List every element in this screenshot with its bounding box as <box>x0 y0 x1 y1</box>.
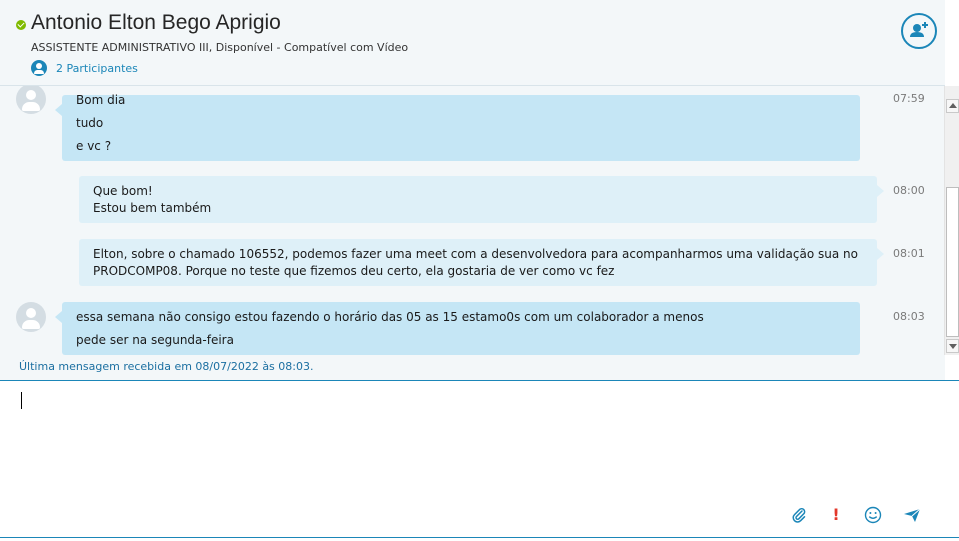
message-bubble[interactable]: essa semana não consigo estou fazendo o … <box>55 302 860 355</box>
available-icon <box>16 20 26 30</box>
message-line: pede ser na segunda-feira <box>76 333 234 347</box>
message-timestamp: 08:01 <box>893 247 925 260</box>
message-timestamp: 08:03 <box>893 310 925 323</box>
scroll-down-button[interactable] <box>946 339 959 353</box>
message-bubble[interactable]: Bom dia tudo e vc ? <box>55 93 860 161</box>
message-line: Que bom! <box>93 184 153 198</box>
message-line: essa semana não consigo estou fazendo o … <box>76 310 704 324</box>
conversation-history[interactable]: Bom dia tudo e vc ? 07:59 Que bom! Estou… <box>0 86 945 380</box>
importance-button[interactable]: ! <box>827 506 845 524</box>
contact-avatar <box>16 86 46 114</box>
exclamation-icon: ! <box>832 505 840 524</box>
message-line: Bom dia <box>76 93 126 107</box>
message-line: tudo <box>76 116 104 130</box>
message-input[interactable] <box>0 380 959 538</box>
message-line: Elton, sobre o chamado 106552, podemos f… <box>93 247 858 261</box>
participants-icon <box>31 60 47 76</box>
emoticon-button[interactable] <box>864 506 882 524</box>
message-line: Estou bem também <box>93 201 212 215</box>
conversation-header: Antonio Elton Bego Aprigio ASSISTENTE AD… <box>0 0 945 86</box>
scroll-thumb[interactable] <box>946 187 959 337</box>
contact-name[interactable]: Antonio Elton Bego Aprigio <box>31 11 281 35</box>
participants-link[interactable]: 2 Participantes <box>31 60 138 76</box>
message-line: PRODCOMP08. Porque no teste que fizemos … <box>93 264 615 278</box>
participants-label: 2 Participantes <box>56 61 138 75</box>
last-message-notice: Última mensagem recebida em 08/07/2022 à… <box>19 360 314 373</box>
contact-avatar <box>16 302 46 332</box>
text-caret <box>21 392 22 409</box>
message-bubble[interactable]: Que bom! Estou bem também <box>79 176 884 223</box>
scroll-up-button[interactable] <box>946 99 959 113</box>
attach-button[interactable] <box>790 506 808 524</box>
message-timestamp: 07:59 <box>893 92 925 105</box>
contact-status: ASSISTENTE ADMINISTRATIVO III, Disponíve… <box>31 41 409 54</box>
paperclip-icon <box>792 507 806 523</box>
message-line: e vc ? <box>76 139 112 153</box>
add-people-icon <box>910 22 928 37</box>
vertical-scrollbar[interactable] <box>944 86 959 355</box>
message-timestamp: 08:00 <box>893 184 925 197</box>
send-icon <box>904 508 921 522</box>
send-button[interactable] <box>903 506 921 524</box>
smiley-icon <box>864 506 882 524</box>
add-people-button[interactable] <box>901 13 937 49</box>
message-bubble[interactable]: Elton, sobre o chamado 106552, podemos f… <box>79 239 884 286</box>
